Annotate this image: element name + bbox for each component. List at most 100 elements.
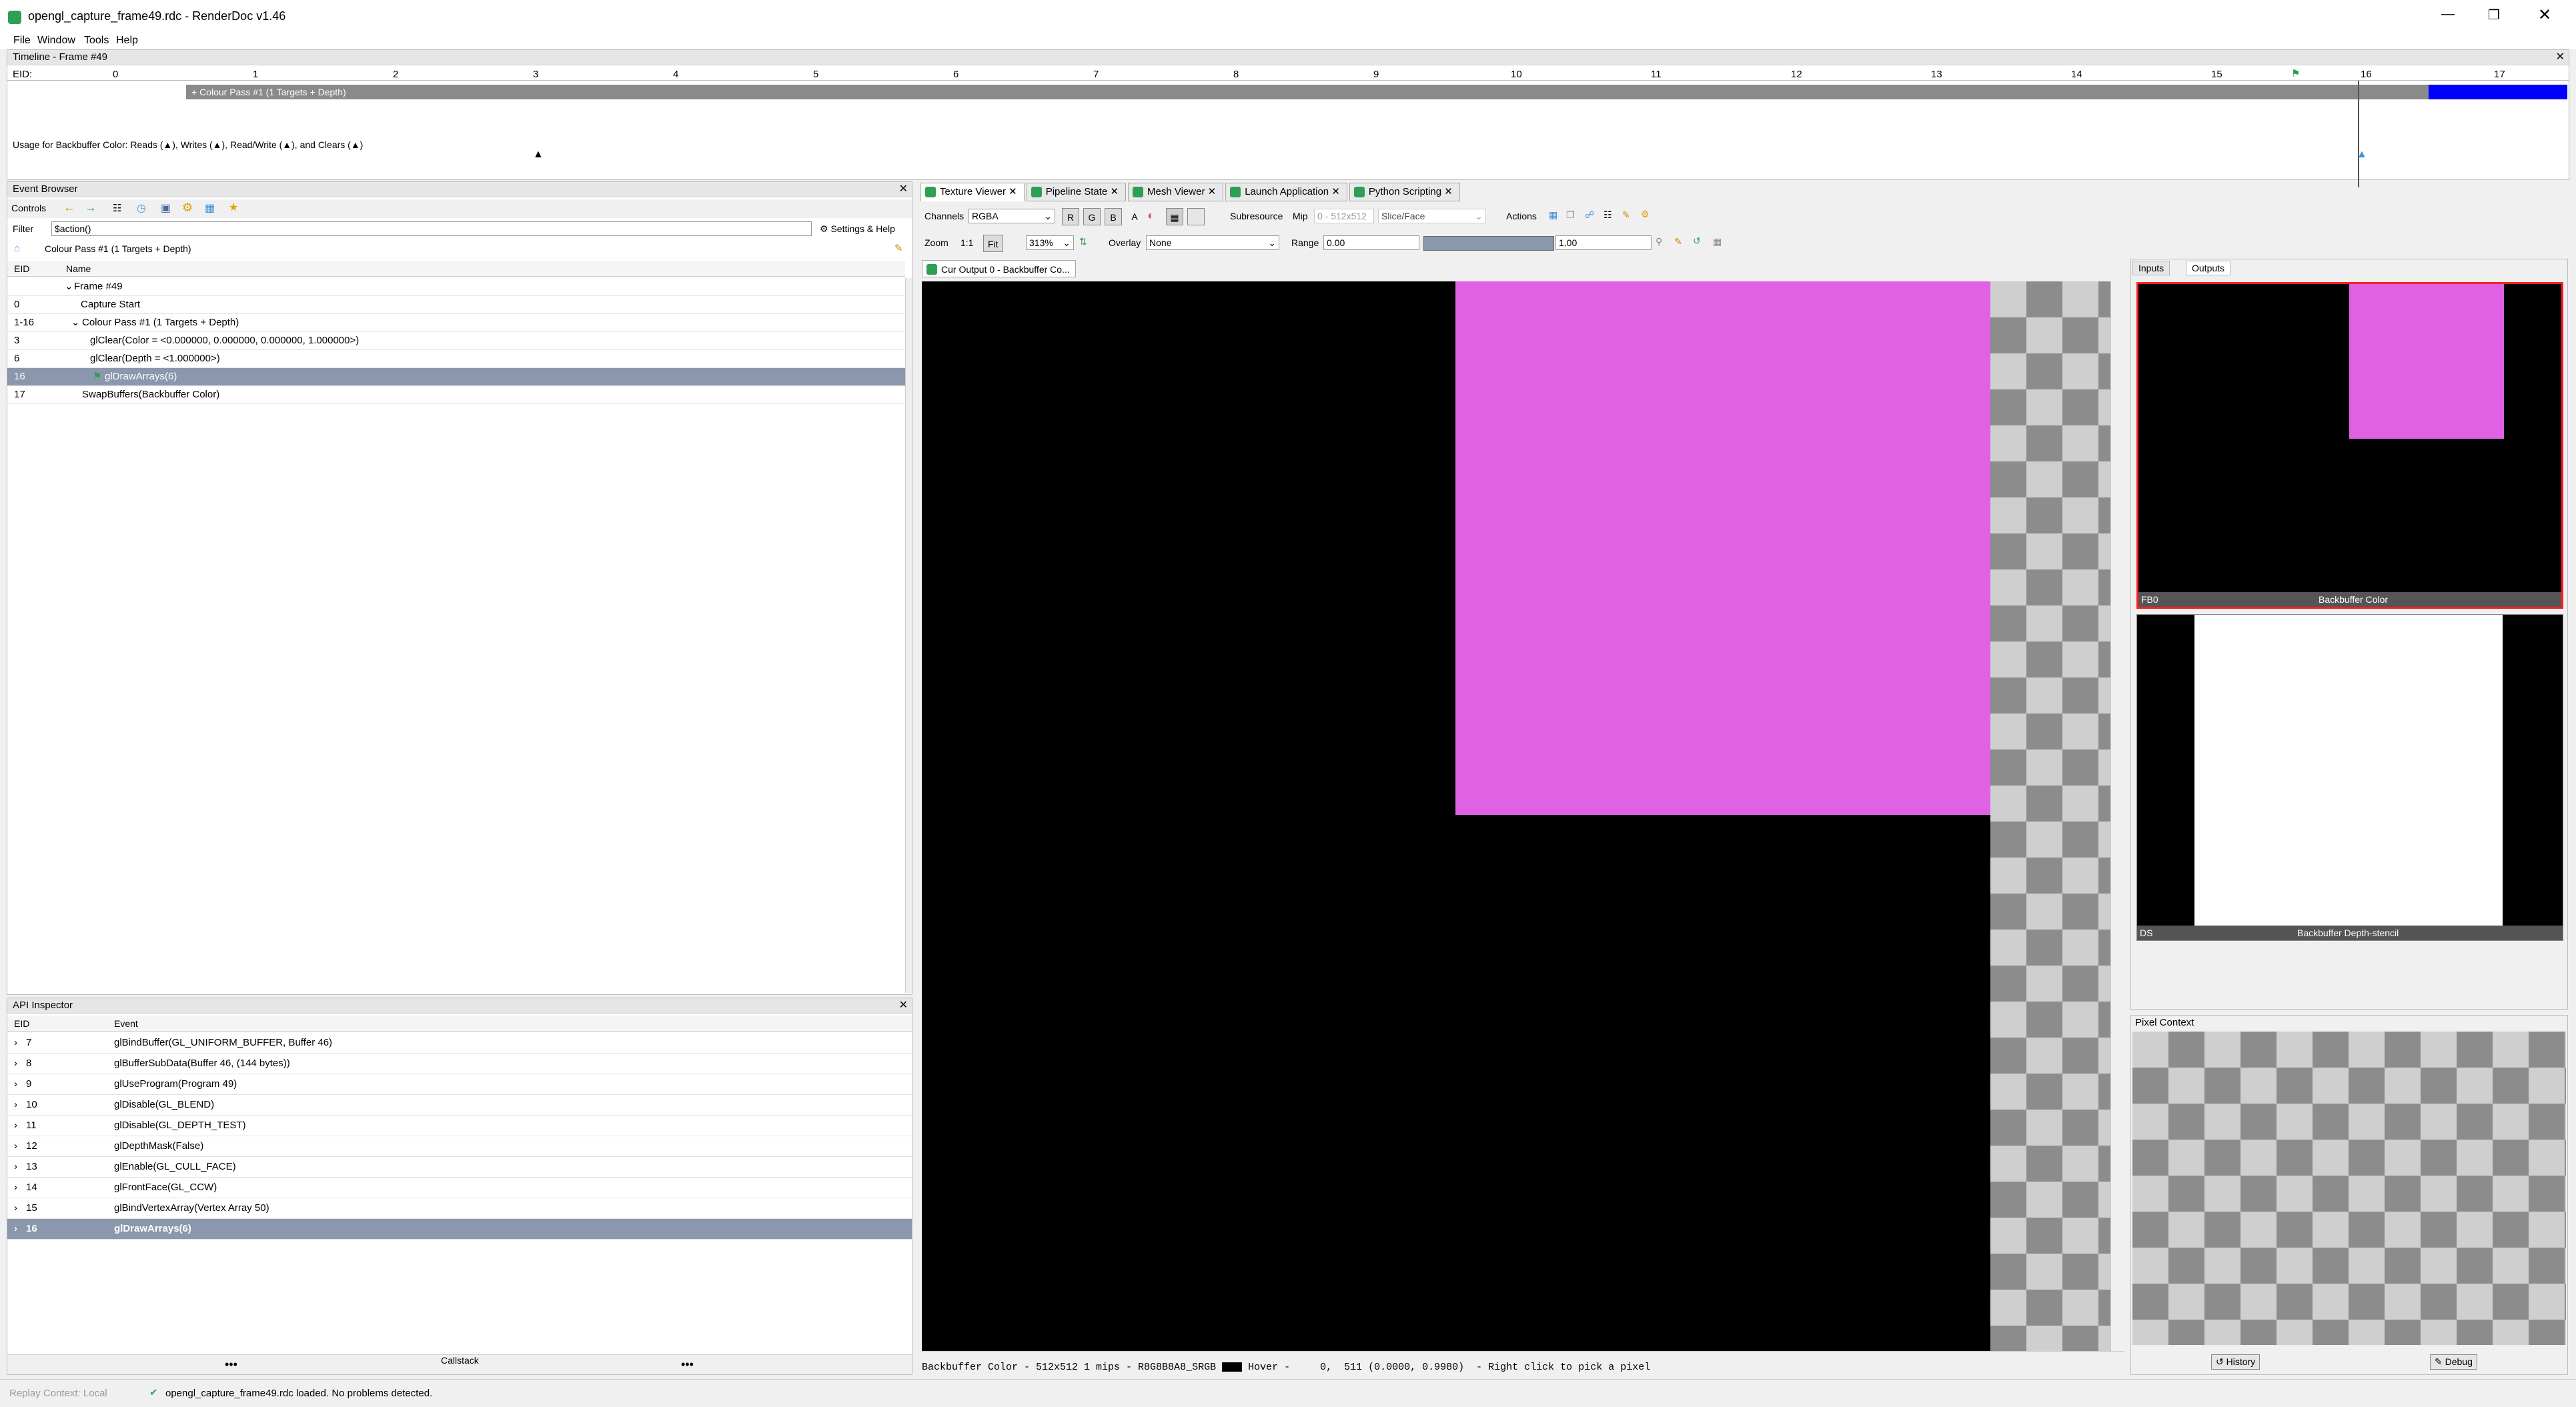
expand-icon[interactable]: › [14, 1178, 17, 1198]
home-icon[interactable]: ⌂ [14, 243, 20, 254]
color-wheel-icon[interactable]: ◐ [1147, 209, 1155, 223]
more-icon[interactable]: ••• [225, 1358, 237, 1372]
menu-file[interactable]: File [13, 35, 31, 47]
expand-icon[interactable]: › [14, 1054, 17, 1074]
event-row[interactable]: 6 glClear(Depth = <1.000000>) [7, 350, 905, 368]
col-event[interactable]: Event [114, 1016, 138, 1032]
minimize-icon[interactable]: — [2441, 7, 2455, 22]
close-icon[interactable]: ✕ [1110, 186, 1119, 197]
api-row[interactable]: › 10 glDisable(GL_BLEND) [7, 1095, 912, 1116]
zoom-1to1-button[interactable]: 1:1 [960, 237, 973, 248]
output-tab[interactable]: Cur Output 0 - Backbuffer Co... [922, 260, 1076, 277]
event-scrollbar[interactable] [905, 278, 912, 993]
reset-range-icon[interactable]: ↺ [1693, 235, 1701, 247]
debug-button[interactable]: ✎ Debug [2430, 1354, 2477, 1370]
edit-icon[interactable]: ✎ [894, 242, 903, 254]
more-icon[interactable]: ••• [681, 1358, 694, 1372]
overlay-select[interactable]: None ⌄ [1146, 235, 1279, 250]
api-row[interactable]: › 9 glUseProgram(Program 49) [7, 1074, 912, 1095]
col-eid[interactable]: EID [14, 261, 29, 277]
bookmark-icon[interactable]: ★ [229, 201, 238, 214]
breadcrumb-label[interactable]: Colour Pass #1 (1 Targets + Depth) [45, 243, 191, 254]
api-row[interactable]: › 13 glEnable(GL_CULL_FACE) [7, 1157, 912, 1178]
api-row[interactable]: › 15 glBindVertexArray(Vertex Array 50) [7, 1198, 912, 1219]
tab-outputs[interactable]: Outputs [2186, 261, 2231, 275]
save-icon[interactable]: ▣ [161, 201, 171, 215]
tab-texture-viewer[interactable]: Texture Viewer ✕ [920, 183, 1025, 201]
expand-icon[interactable]: ⌄ [65, 278, 73, 295]
channel-r-toggle[interactable]: R [1062, 208, 1079, 225]
tab-inputs[interactable]: Inputs [2132, 261, 2170, 275]
close-icon[interactable]: ✕ [899, 182, 908, 197]
menu-window[interactable]: Window [37, 35, 75, 47]
col-name[interactable]: Name [66, 261, 91, 277]
back-arrow-icon[interactable]: ← [63, 201, 75, 215]
expand-icon[interactable]: › [14, 1198, 17, 1218]
filter-input[interactable]: $action() [51, 221, 812, 236]
columns-icon[interactable]: ▦ [205, 201, 215, 215]
range-min-input[interactable]: 0.00 [1323, 235, 1419, 250]
restore-icon[interactable]: ❐ [2488, 7, 2500, 23]
timer-icon[interactable]: ◷ [137, 201, 146, 215]
checkerboard-toggle-icon[interactable]: ▦ [1166, 208, 1183, 225]
range-slider[interactable] [1423, 236, 1554, 251]
settings-gear-icon[interactable]: ⚙ [182, 201, 193, 215]
api-row[interactable]: › 11 glDisable(GL_DEPTH_TEST) [7, 1116, 912, 1136]
zoom-select[interactable]: 313% ⌄ [1026, 235, 1074, 250]
close-icon[interactable]: ✕ [1208, 186, 1217, 197]
event-row-selected[interactable]: 16 ⚑ glDrawArrays(6) [7, 368, 905, 386]
expand-icon[interactable]: › [14, 1157, 17, 1177]
find-icon[interactable]: ☷ [113, 202, 121, 214]
tab-python-scripting[interactable]: Python Scripting ✕ [1349, 183, 1460, 201]
settings-gear-icon[interactable]: ⚙ [1641, 209, 1650, 220]
api-row[interactable]: › 12 glDepthMask(False) [7, 1136, 912, 1157]
canvas-hscrollbar[interactable] [922, 1351, 2124, 1359]
mip-select[interactable]: 0 - 512x512 [1314, 209, 1374, 223]
thumbnail-ds[interactable]: DS Backbuffer Depth-stencil [2136, 614, 2563, 941]
close-icon[interactable]: ✕ [1331, 186, 1340, 197]
expand-icon[interactable]: › [14, 1219, 17, 1239]
background-toggle-icon[interactable] [1187, 208, 1205, 225]
callstack-splitter[interactable]: ••• Callstack ••• [7, 1354, 912, 1374]
find-icon[interactable]: ☷ [1603, 209, 1612, 221]
channels-select[interactable]: RGBA ⌄ [969, 209, 1055, 223]
api-row[interactable]: › 8 glBufferSubData(Buffer 46, (144 bytes)… [7, 1054, 912, 1074]
tab-pipeline-state[interactable]: Pipeline State ✕ [1026, 183, 1127, 201]
event-row[interactable]: 1-16 ⌄ Colour Pass #1 (1 Targets + Depth) [7, 314, 905, 332]
callstack-label[interactable]: Callstack [441, 1355, 479, 1366]
close-icon[interactable]: ✕ [2556, 50, 2565, 65]
col-eid[interactable]: EID [14, 1016, 29, 1032]
menu-tools[interactable]: Tools [84, 35, 109, 47]
fit-button[interactable]: Fit [983, 235, 1003, 252]
copy-icon[interactable]: ❐ [1566, 209, 1575, 221]
zoom-range-icon[interactable]: ⚲ [1656, 236, 1662, 247]
auto-fit-icon[interactable]: ✎ [1674, 236, 1682, 247]
flip-icon[interactable]: ⇅ [1079, 236, 1087, 247]
edit-icon[interactable]: ✎ [1622, 209, 1630, 221]
api-row[interactable]: › 7 glBindBuffer(GL_UNIFORM_BUFFER, Buffer… [7, 1033, 912, 1054]
expand-icon[interactable]: › [14, 1136, 17, 1156]
canvas-vscrollbar[interactable] [2110, 281, 2124, 1351]
channel-g-toggle[interactable]: G [1083, 208, 1101, 225]
expand-icon[interactable]: › [14, 1095, 17, 1115]
history-button[interactable]: ↺ History [2211, 1354, 2261, 1370]
tab-launch-application[interactable]: Launch Application ✕ [1225, 183, 1347, 201]
menu-help[interactable]: Help [116, 35, 138, 47]
settings-help-button[interactable]: ⚙ Settings & Help [820, 223, 895, 235]
range-max-input[interactable]: 1.00 [1555, 235, 1652, 250]
replay-context[interactable]: Replay Context: Local [9, 1388, 107, 1399]
slice-select[interactable]: Slice/Face ⌄ [1378, 209, 1486, 223]
close-icon[interactable]: ✕ [1009, 186, 1017, 197]
expand-icon[interactable]: › [14, 1033, 17, 1053]
pixel-context-view[interactable] [2132, 1032, 2566, 1345]
expand-icon[interactable]: ⌄ [71, 314, 80, 331]
forward-arrow-icon[interactable]: → [85, 201, 97, 215]
event-row[interactable]: 3 glClear(Color = <0.000000, 0.000000, 0.… [7, 332, 905, 350]
expand-icon[interactable]: › [14, 1116, 17, 1136]
close-icon[interactable]: ✕ [2538, 5, 2551, 25]
channel-a-toggle[interactable]: A [1126, 208, 1143, 225]
expand-icon[interactable]: › [14, 1074, 17, 1094]
event-row[interactable]: 17 SwapBuffers(Backbuffer Color) [7, 386, 905, 404]
histogram-icon[interactable]: ▦ [1713, 236, 1722, 247]
api-row-selected[interactable]: › 16 glDrawArrays(6) [7, 1219, 912, 1240]
